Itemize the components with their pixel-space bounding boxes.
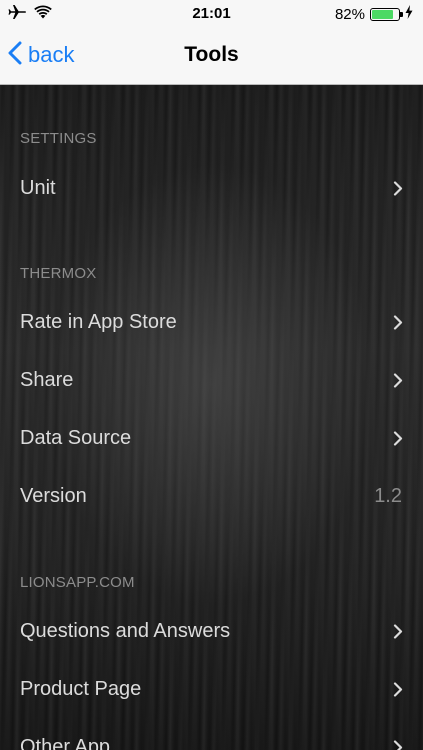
section-header-lionsapp: LIONSAPP.COM bbox=[20, 574, 135, 591]
row-label: Questions and Answers bbox=[20, 620, 231, 642]
row-unit[interactable]: Unit bbox=[0, 159, 423, 217]
row-questions-and-answers[interactable]: Questions and Answers bbox=[0, 602, 423, 660]
chevron-right-icon bbox=[393, 373, 403, 388]
navigation-bar: back Tools bbox=[0, 28, 423, 84]
battery-percent: 82% bbox=[334, 5, 365, 23]
chevron-right-icon bbox=[393, 740, 403, 750]
chevron-right-icon bbox=[393, 624, 403, 639]
charging-bolt-icon bbox=[405, 4, 413, 24]
page-title: Tools bbox=[184, 43, 239, 66]
battery-tip bbox=[400, 11, 403, 17]
battery-fill bbox=[372, 9, 394, 19]
row-label: Version bbox=[20, 485, 87, 507]
row-label: Data Source bbox=[20, 427, 132, 449]
status-bar: 21:01 82% bbox=[0, 0, 423, 28]
chevron-right-icon bbox=[393, 431, 403, 446]
row-version: Version 1.2 bbox=[0, 467, 423, 525]
row-data-source[interactable]: Data Source bbox=[0, 409, 423, 467]
row-other-app[interactable]: Other App bbox=[0, 718, 423, 750]
section-header-thermox: THERMOX bbox=[20, 265, 97, 282]
row-label: Other App bbox=[20, 736, 111, 750]
chevron-right-icon bbox=[393, 315, 403, 330]
row-label: Rate in App Store bbox=[20, 311, 177, 333]
row-rate-in-app-store[interactable]: Rate in App Store bbox=[0, 293, 423, 351]
version-value: 1.2 bbox=[374, 485, 402, 507]
row-label: Unit bbox=[20, 177, 56, 199]
chevron-right-icon bbox=[393, 682, 403, 697]
row-label: Product Page bbox=[20, 678, 142, 700]
status-right: 82% bbox=[335, 4, 413, 24]
top-bar: 21:01 82% back Tools bbox=[0, 0, 423, 85]
row-product-page[interactable]: Product Page bbox=[0, 660, 423, 718]
tools-list: SETTINGS Unit THERMOX Rate in App Store … bbox=[0, 85, 423, 750]
row-label: Share bbox=[20, 369, 74, 391]
battery-icon bbox=[370, 7, 403, 21]
row-share[interactable]: Share bbox=[0, 351, 423, 409]
section-header-settings: SETTINGS bbox=[20, 130, 97, 147]
chevron-right-icon bbox=[393, 181, 403, 196]
